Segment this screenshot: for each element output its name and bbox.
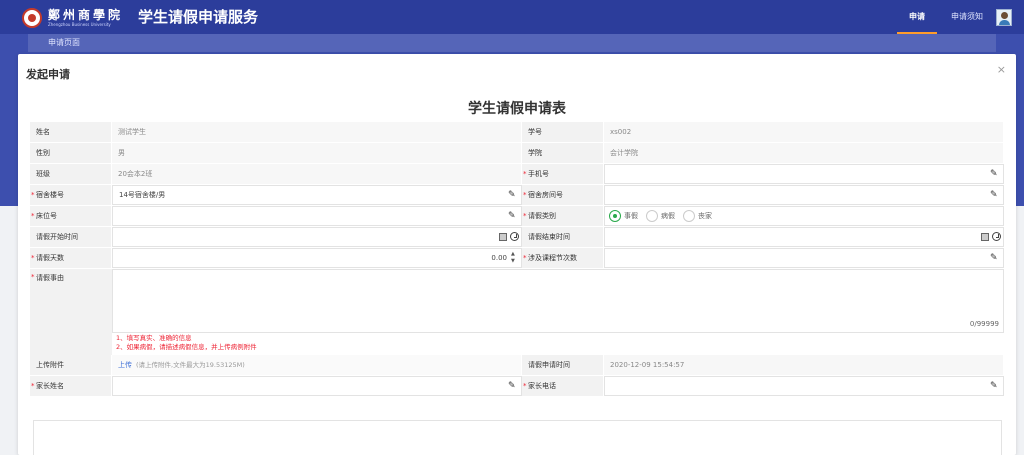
form-row: 宿舍楼号 14号宿舍楼/男 ✎ 宿舍房间号 ✎ <box>30 185 1004 206</box>
breadcrumb: 申请页面 <box>28 34 996 52</box>
college-label: 学院 <box>522 143 604 163</box>
gender-value: 男 <box>112 143 522 163</box>
parent-name-label: 家长姓名 <box>30 376 112 396</box>
dorm-building-field[interactable]: 14号宿舍楼/男 ✎ <box>112 185 522 205</box>
form-row: 性别 男 学院 会计学院 <box>30 143 1004 164</box>
class-count-label: 涉及课程节次数 <box>522 248 604 268</box>
bottom-panel <box>33 420 1002 455</box>
calendar-icon[interactable] <box>981 233 989 241</box>
class-value: 20会本2班 <box>112 164 522 184</box>
note-line-2: 2、如果病假，请描述病假信息，并上传病例附件 <box>116 343 257 351</box>
start-time-field[interactable] <box>112 227 522 247</box>
leave-days-stepper[interactable]: 0.00 ▲ ▼ <box>112 248 522 268</box>
reason-counter: 0/99999 <box>969 320 999 328</box>
clock-icon[interactable] <box>992 232 1001 241</box>
pencil-icon: ✎ <box>990 190 998 200</box>
calendar-icon[interactable] <box>499 233 507 241</box>
close-icon[interactable]: × <box>997 63 1006 76</box>
name-value: 测试学生 <box>112 122 522 142</box>
radio-personal-leave[interactable]: 事假 <box>609 207 638 225</box>
attach-label: 上传附件 <box>30 355 112 375</box>
reason-label: 请假事由 <box>30 269 112 355</box>
leave-form: 姓名 测试学生 学号 xs002 性别 男 学院 会计学院 班级 20会本2班 … <box>30 122 1004 397</box>
radio-sick-leave[interactable]: 病假 <box>646 207 675 225</box>
school-name-en: Zhengzhou Business University <box>48 22 111 27</box>
apply-modal: 发起申请 × 学生请假申请表 姓名 测试学生 学号 xs002 性别 男 学院 … <box>18 54 1016 455</box>
note-line-1: 1、填写真实、准确的信息 <box>116 334 192 342</box>
dorm-room-field[interactable]: ✎ <box>604 185 1004 205</box>
dorm-building-label: 宿舍楼号 <box>30 185 112 205</box>
school-seal-icon <box>22 8 42 28</box>
pencil-icon: ✎ <box>990 253 998 263</box>
user-avatar[interactable] <box>996 9 1012 26</box>
upload-link[interactable]: 上传 <box>118 361 132 369</box>
name-label: 姓名 <box>30 122 112 142</box>
class-count-field[interactable]: ✎ <box>604 248 1004 268</box>
clock-icon[interactable] <box>510 232 519 241</box>
app-title: 学生请假申请服务 <box>138 8 259 26</box>
phone-label: 手机号 <box>522 164 604 184</box>
start-time-label: 请假开始时间 <box>30 227 112 247</box>
pencil-icon: ✎ <box>508 381 516 391</box>
phone-field[interactable]: ✎ <box>604 164 1004 184</box>
form-row: 家长姓名 ✎ 家长电话 ✎ <box>30 376 1004 397</box>
gender-label: 性别 <box>30 143 112 163</box>
reason-textarea[interactable]: 0/99999 <box>112 269 1004 333</box>
form-row: 请假天数 0.00 ▲ ▼ 涉及课程节次数 ✎ <box>30 248 1004 269</box>
chevron-up-icon[interactable]: ▲ <box>511 251 515 257</box>
leave-type-group: 事假 病假 丧家 <box>604 206 1004 226</box>
pencil-icon: ✎ <box>508 190 516 200</box>
end-time-label: 请假结束时间 <box>522 227 604 247</box>
parent-phone-field[interactable]: ✎ <box>604 376 1004 396</box>
class-label: 班级 <box>30 164 112 184</box>
bed-field[interactable]: ✎ <box>112 206 522 226</box>
stepper-arrows[interactable]: ▲ ▼ <box>511 251 517 265</box>
upload-hint: (请上传附件,文件最大为19.53125M) <box>136 361 245 369</box>
reason-area: 0/99999 1、填写真实、准确的信息 2、如果病假，请描述病假信息，并上传病… <box>112 269 1004 355</box>
school-name: 鄭州商學院 <box>48 8 124 22</box>
student-id-label: 学号 <box>522 122 604 142</box>
leave-type-label: 请假类别 <box>522 206 604 226</box>
reason-row: 请假事由 0/99999 1、填写真实、准确的信息 2、如果病假，请描述病假信息… <box>30 269 1004 355</box>
form-row: 请假开始时间 请假结束时间 <box>30 227 1004 248</box>
form-title: 学生请假申请表 <box>468 101 566 117</box>
apply-time-label: 请假申请时间 <box>522 355 604 375</box>
school-logo: 鄭州商學院 Zhengzhou Business University <box>22 8 123 28</box>
attach-cell: 上传 (请上传附件,文件最大为19.53125M) <box>112 355 522 375</box>
chevron-down-icon[interactable]: ▼ <box>511 258 515 264</box>
parent-phone-label: 家长电话 <box>522 376 604 396</box>
form-row: 姓名 测试学生 学号 xs002 <box>30 122 1004 143</box>
college-value: 会计学院 <box>604 143 1004 163</box>
nav-tab-apply[interactable]: 申请 <box>897 0 937 34</box>
leave-days-label: 请假天数 <box>30 248 112 268</box>
modal-title: 发起申请 <box>26 68 70 81</box>
pencil-icon: ✎ <box>990 169 998 179</box>
pencil-icon: ✎ <box>508 211 516 221</box>
radio-bereavement-leave[interactable]: 丧家 <box>683 207 712 225</box>
nav-tab-notice[interactable]: 申请须知 <box>942 0 992 34</box>
form-row: 床位号 ✎ 请假类别 事假 病假 丧家 <box>30 206 1004 227</box>
form-notes: 1、填写真实、准确的信息 2、如果病假，请描述病假信息，并上传病例附件 <box>116 334 257 352</box>
end-time-field[interactable] <box>604 227 1004 247</box>
parent-name-field[interactable]: ✎ <box>112 376 522 396</box>
dorm-room-label: 宿舍房间号 <box>522 185 604 205</box>
student-id-value: xs002 <box>604 122 1004 142</box>
leave-days-value: 0.00 <box>491 254 507 262</box>
form-row: 班级 20会本2班 手机号 ✎ <box>30 164 1004 185</box>
form-row: 上传附件 上传 (请上传附件,文件最大为19.53125M) 请假申请时间 202… <box>30 355 1004 376</box>
pencil-icon: ✎ <box>990 381 998 391</box>
apply-time-value: 2020-12-09 15:54:57 <box>604 355 1004 375</box>
bed-label: 床位号 <box>30 206 112 226</box>
